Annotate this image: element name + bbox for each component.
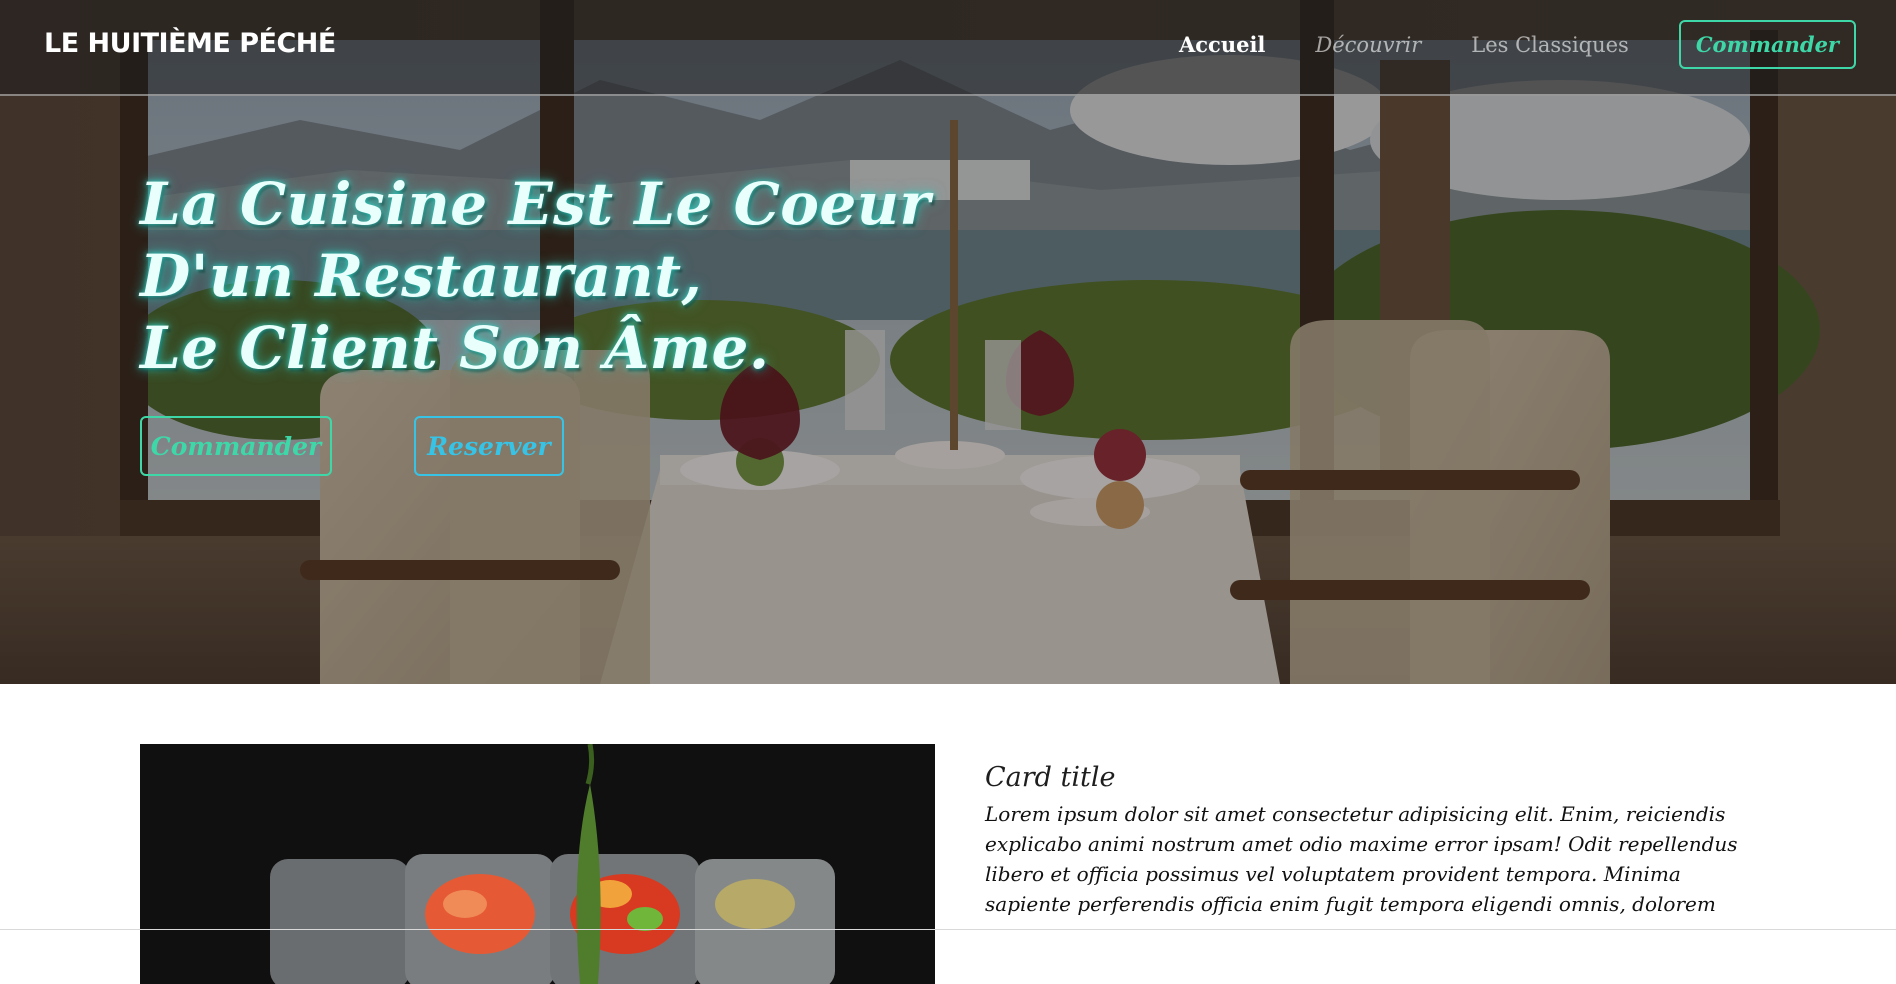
nav-links: Accueil Découvrir Les Classiques Command…: [1179, 20, 1856, 69]
navbar: LE HUITIÈME PÉCHÉ Accueil Découvrir Les …: [0, 0, 1896, 96]
hero-reserve-button[interactable]: Reserver: [414, 416, 564, 476]
card-title: Card title: [985, 762, 1116, 793]
hero-order-button[interactable]: Commander: [140, 416, 332, 476]
hero-headline-line-3: Le Client Son Âme.: [140, 314, 770, 382]
hero-headline: La Cuisine Est Le Coeur D'un Restaurant,…: [140, 168, 931, 384]
brand-logo[interactable]: LE HUITIÈME PÉCHÉ: [44, 28, 336, 59]
nav-link-les-classiques[interactable]: Les Classiques: [1471, 33, 1629, 57]
hero-headline-line-2: D'un Restaurant,: [140, 242, 703, 310]
card-food-photo: [140, 744, 935, 984]
nav-order-button[interactable]: Commander: [1678, 20, 1856, 69]
hero-buttons: Commander Reserver: [140, 416, 931, 476]
card-text: Lorem ipsum dolor sit amet consectetur a…: [985, 802, 1738, 916]
card-body: Card title Lorem ipsum dolor sit amet co…: [985, 762, 1745, 919]
hero-content: La Cuisine Est Le Coeur D'un Restaurant,…: [140, 168, 931, 476]
nav-link-decouvrir[interactable]: Découvrir: [1315, 33, 1421, 57]
hero-headline-line-1: La Cuisine Est Le Coeur: [140, 170, 931, 238]
hero-section: La Cuisine Est Le Coeur D'un Restaurant,…: [0, 0, 1896, 684]
nav-link-accueil[interactable]: Accueil: [1179, 32, 1265, 57]
card-image: [140, 744, 935, 984]
card-section: Card title Lorem ipsum dolor sit amet co…: [0, 684, 1896, 984]
